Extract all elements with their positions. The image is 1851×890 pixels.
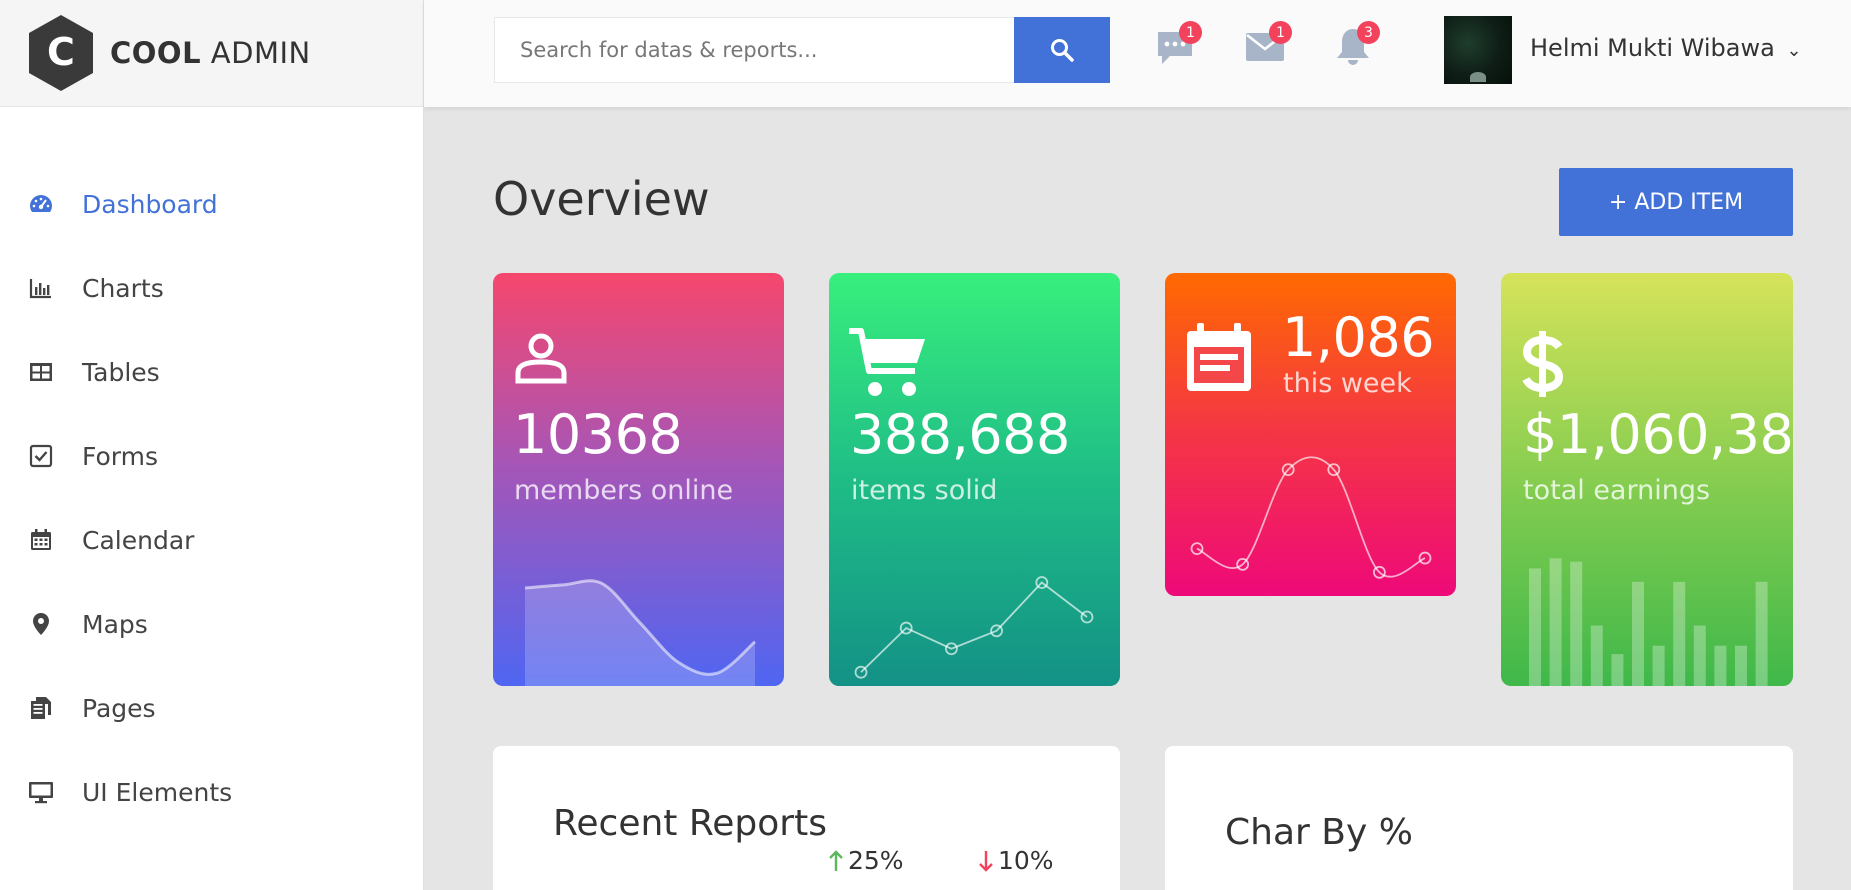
add-item-button[interactable]: + ADD ITEM [1559,168,1793,236]
panel-title: Char By % [1225,812,1413,853]
calendar-note-icon [1187,323,1251,391]
stat-value: $1,060,386 [1523,403,1793,466]
earnings-bar-chart [1529,558,1768,686]
sidebar-item-pages[interactable]: Pages [0,666,423,750]
mail-badge: 1 [1269,21,1292,44]
sidebar-item-label: Charts [82,273,164,303]
logo-hexagon-icon: C [29,15,93,91]
panel-title: Recent Reports [553,803,827,844]
comments-button[interactable]: 1 [1154,21,1202,74]
sidebar-item-dashboard[interactable]: Dashboard [0,162,423,246]
calendar-icon [28,527,54,553]
user-menu[interactable]: Helmi Mukti Wibawa ⌄ [1530,34,1802,62]
brand-logo[interactable]: C COOL ADMIN [0,0,423,107]
notifications-badge: 3 [1357,21,1380,44]
sidebar-item-label: Calendar [82,525,195,555]
chart-bar [1611,654,1624,686]
stat-card-members: 10368 members online [493,273,784,686]
sidebar-item-label: Forms [82,441,159,471]
chart-bar [1590,625,1603,686]
stat-up: 25% [828,846,904,875]
recent-reports-panel: Recent Reports 25% 10% [493,746,1120,890]
arrow-up-icon [829,849,843,871]
chart-bar [1693,625,1706,686]
search-button[interactable] [1014,17,1110,83]
arrow-down-icon [979,850,993,872]
stat-value: 1,086 [1282,306,1435,369]
avatar[interactable] [1444,16,1512,84]
top-header: 1 1 3 Helmi Mukti Wibawa ⌄ [424,0,1851,107]
chart-bar [1570,561,1583,686]
char-by-percent-panel: Char By % [1165,746,1793,890]
sidebar-item-ui-elements[interactable]: UI Elements [0,750,423,834]
table-icon [28,359,54,385]
sidebar-item-label: Dashboard [82,189,218,219]
dashboard-icon [28,191,54,217]
chart-bar [1632,581,1644,686]
checkbox-icon [28,443,54,469]
bar-chart-icon [28,275,54,301]
brand-name: COOL ADMIN [110,36,311,70]
stat-label: members online [514,475,734,506]
page-title: Overview [493,172,710,226]
stat-card-week: 1,086 this week [1165,273,1456,596]
user-name: Helmi Mukti Wibawa [1530,34,1775,62]
stat-down-value: 10% [998,846,1054,875]
shopping-cart-icon [849,328,925,396]
stat-value: 10368 [513,403,683,466]
sidebar-item-forms[interactable]: Forms [0,414,423,498]
chart-series-line [1196,456,1426,578]
comments-badge: 1 [1179,21,1202,44]
week-line-chart [1190,456,1432,579]
stat-card-items: 388,688 items solid [829,273,1120,686]
user-icon [515,333,567,384]
stat-down: 10% [978,846,1054,875]
sidebar-item-calendar[interactable]: Calendar [0,498,423,582]
chart-bar [1735,645,1747,686]
stat-value: 388,688 [850,403,1070,466]
chart-bar [1652,645,1665,686]
chart-point [854,665,868,679]
map-pin-icon [28,611,54,637]
chart-bar [1529,568,1541,686]
sidebar-item-label: Maps [82,609,148,639]
stat-up-value: 25% [848,846,904,875]
sidebar-item-label: UI Elements [82,777,233,807]
sidebar-nav: Dashboard Charts Tables Forms Calendar M… [0,107,423,834]
svg-text:C: C [47,30,75,74]
chevron-down-icon: ⌄ [1786,40,1802,61]
members-area-chart [524,579,756,686]
chart-bar [1714,645,1727,686]
dollar-icon [1522,331,1564,397]
sidebar-item-tables[interactable]: Tables [0,330,423,414]
chart-bar [1755,581,1768,686]
sidebar-item-label: Pages [82,693,156,723]
search-icon [1051,39,1074,62]
stat-card-earnings: $1,060,386 total earnings [1501,273,1793,686]
search-input[interactable] [494,17,1014,83]
stat-label: this week [1283,368,1412,399]
sidebar-item-charts[interactable]: Charts [0,246,423,330]
notifications-button[interactable]: 3 [1332,21,1380,74]
chart-bar [1673,581,1686,686]
stat-label: items solid [851,475,998,506]
sidebar-item-maps[interactable]: Maps [0,582,423,666]
chart-series-line [860,581,1088,673]
stat-label: total earnings [1523,475,1711,506]
items-line-chart [854,576,1094,679]
chart-bar [1549,558,1562,686]
mail-button[interactable]: 1 [1244,21,1292,74]
sidebar: C COOL ADMIN Dashboard Charts Tables For… [0,0,424,890]
copy-icon [28,695,54,721]
desktop-icon [28,779,54,805]
chart-point [1190,542,1204,555]
sidebar-item-label: Tables [82,357,160,387]
